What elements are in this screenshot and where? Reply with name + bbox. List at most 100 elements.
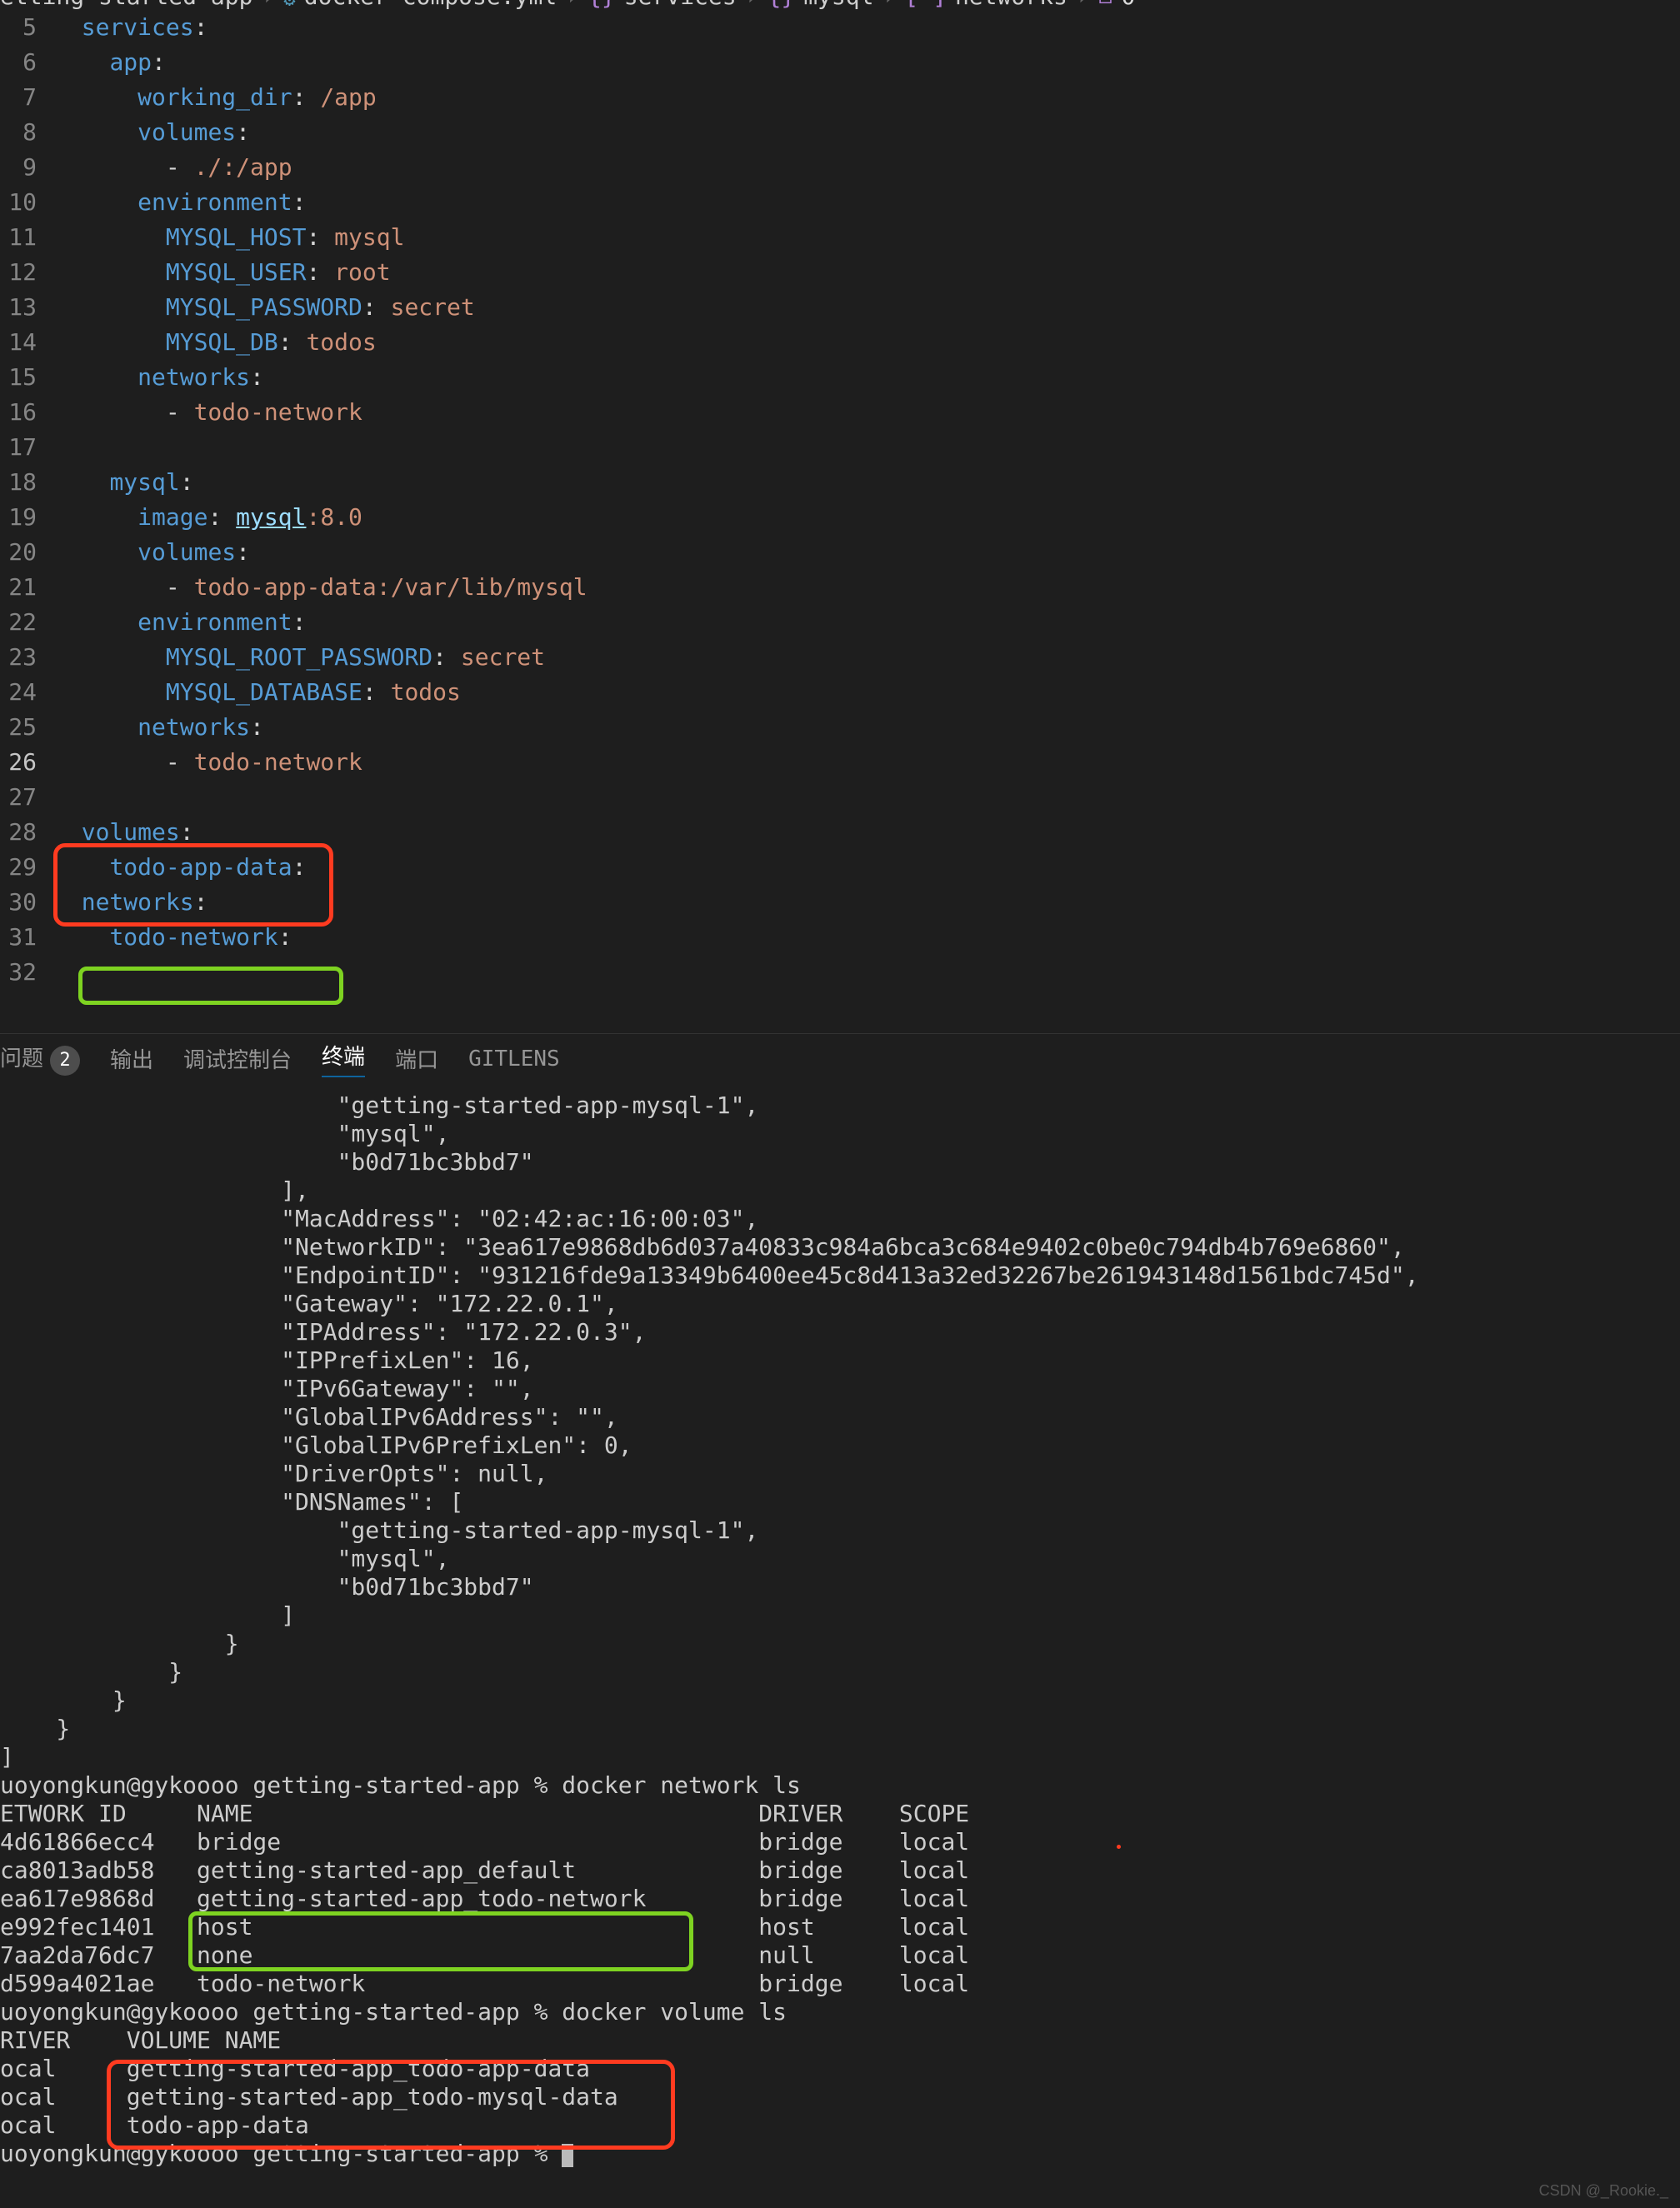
chevron-right-icon: › bbox=[565, 0, 579, 10]
terminal-line: ocal getting-started-app_todo-mysql-data bbox=[0, 2083, 1680, 2111]
terminal-line: "DNSNames": [ bbox=[0, 1488, 1680, 1516]
terminal-line: } bbox=[0, 1658, 1680, 1686]
braces-icon: {} bbox=[588, 0, 616, 10]
bc-node-networks[interactable]: networks bbox=[955, 0, 1068, 10]
code-line[interactable]: MYSQL_DATABASE: todos bbox=[53, 675, 1680, 710]
code-line[interactable]: MYSQL_ROOT_PASSWORD: secret bbox=[53, 640, 1680, 675]
panel-tab-输出[interactable]: 输出 bbox=[110, 1043, 153, 1074]
terminal-line: uoyongkun@gykoooo getting-started-app % … bbox=[0, 1998, 1680, 2026]
line-number: 15 bbox=[0, 360, 37, 395]
line-number: 24 bbox=[0, 675, 37, 710]
panel-tab-终端[interactable]: 终端 bbox=[322, 1040, 365, 1077]
line-number: 5 bbox=[0, 10, 37, 45]
chevron-right-icon: › bbox=[1076, 0, 1090, 10]
panel-tab-端口[interactable]: 端口 bbox=[395, 1043, 438, 1074]
terminal-line: } bbox=[0, 1715, 1680, 1743]
terminal-prompt[interactable]: uoyongkun@gykoooo getting-started-app % bbox=[0, 2140, 1680, 2168]
bc-node-services[interactable]: services bbox=[624, 0, 737, 10]
code-line[interactable]: volumes: bbox=[53, 815, 1680, 850]
panel-tabstrip: 问题2 输出调试控制台终端端口 GITLENS bbox=[0, 1033, 1680, 1083]
terminal-line: "EndpointID": "931216fde9a13349b6400ee45… bbox=[0, 1261, 1680, 1290]
terminal-line: "IPAddress": "172.22.0.3", bbox=[0, 1318, 1680, 1346]
terminal-line: "b0d71bc3bbd7" bbox=[0, 1148, 1680, 1176]
line-number: 19 bbox=[0, 500, 37, 535]
problems-count-badge: 2 bbox=[50, 1046, 80, 1076]
code-line[interactable]: working_dir: /app bbox=[53, 80, 1680, 115]
line-number: 26 bbox=[0, 745, 37, 780]
terminal-line: "GlobalIPv6PrefixLen": 0, bbox=[0, 1431, 1680, 1460]
terminal-line: RIVER VOLUME NAME bbox=[0, 2026, 1680, 2055]
code-line[interactable]: MYSQL_DB: todos bbox=[53, 325, 1680, 360]
code-line[interactable]: - todo-app-data:/var/lib/mysql bbox=[53, 570, 1680, 605]
terminal-line: ocal getting-started-app_todo-app-data bbox=[0, 2055, 1680, 2083]
brackets-icon: [ ] bbox=[904, 0, 947, 10]
code-line[interactable]: MYSQL_PASSWORD: secret bbox=[53, 290, 1680, 325]
line-number: 22 bbox=[0, 605, 37, 640]
line-number: 17 bbox=[0, 430, 37, 465]
code-line[interactable] bbox=[53, 430, 1680, 465]
code-line[interactable]: services: bbox=[53, 10, 1680, 45]
line-number: 21 bbox=[0, 570, 37, 605]
code-line[interactable]: - todo-network bbox=[53, 745, 1680, 780]
bc-node-0[interactable]: 0 bbox=[1121, 0, 1135, 10]
terminal-line: ] bbox=[0, 1743, 1680, 1771]
terminal-line: } bbox=[0, 1686, 1680, 1715]
code-line[interactable]: todo-app-data: bbox=[53, 850, 1680, 885]
chevron-right-icon: › bbox=[882, 0, 897, 10]
bc-project[interactable]: etting-started-app bbox=[0, 0, 252, 10]
code-editor[interactable]: 5678910111213141516171819202122232425262… bbox=[0, 10, 1680, 1033]
line-number: 25 bbox=[0, 710, 37, 745]
line-number: 9 bbox=[0, 150, 37, 185]
line-number: 30 bbox=[0, 885, 37, 920]
code-content[interactable]: services: app: working_dir: /app volumes… bbox=[47, 10, 1680, 1033]
terminal-line: ], bbox=[0, 1176, 1680, 1205]
code-line[interactable]: app: bbox=[53, 45, 1680, 80]
code-line[interactable]: networks: bbox=[53, 885, 1680, 920]
bc-file[interactable]: docker-compose.yml bbox=[304, 0, 557, 10]
line-number: 27 bbox=[0, 780, 37, 815]
code-line[interactable] bbox=[53, 955, 1680, 990]
panel-tab-调试控制台[interactable]: 调试控制台 bbox=[183, 1043, 292, 1074]
terminal-line: e992fec1401 host host local bbox=[0, 1913, 1680, 1941]
braces-icon: {} bbox=[767, 0, 795, 10]
code-line[interactable]: networks: bbox=[53, 710, 1680, 745]
code-line[interactable]: image: mysql:8.0 bbox=[53, 500, 1680, 535]
panel-tab-问题[interactable]: 问题2 bbox=[0, 1042, 80, 1076]
line-number: 11 bbox=[0, 220, 37, 255]
code-line[interactable]: MYSQL_USER: root bbox=[53, 255, 1680, 290]
line-number: 16 bbox=[0, 395, 37, 430]
terminal-line: ca8013adb58 getting-started-app_default … bbox=[0, 1856, 1680, 1885]
cursor-icon bbox=[562, 2144, 573, 2167]
line-number: 23 bbox=[0, 640, 37, 675]
line-number: 31 bbox=[0, 920, 37, 955]
line-number: 7 bbox=[0, 80, 37, 115]
line-number: 28 bbox=[0, 815, 37, 850]
panel-tab-gitlens[interactable]: GITLENS bbox=[468, 1047, 560, 1072]
code-line[interactable]: volumes: bbox=[53, 115, 1680, 150]
breadcrumb: etting-started-app › ⚙ docker-compose.ym… bbox=[0, 0, 1680, 10]
terminal-line: ] bbox=[0, 1601, 1680, 1630]
line-number: 29 bbox=[0, 850, 37, 885]
code-line[interactable]: volumes: bbox=[53, 535, 1680, 570]
bc-node-mysql[interactable]: mysql bbox=[803, 0, 873, 10]
terminal-line: "b0d71bc3bbd7" bbox=[0, 1573, 1680, 1601]
terminal-line: "IPPrefixLen": 16, bbox=[0, 1346, 1680, 1375]
terminal-output[interactable]: "getting-started-app-mysql-1", "mysql", … bbox=[0, 1083, 1680, 2208]
code-line[interactable]: environment: bbox=[53, 185, 1680, 220]
code-line[interactable]: networks: bbox=[53, 360, 1680, 395]
code-line[interactable]: environment: bbox=[53, 605, 1680, 640]
terminal-line: uoyongkun@gykoooo getting-started-app % … bbox=[0, 1771, 1680, 1800]
terminal-line: ea617e9868d getting-started-app_todo-net… bbox=[0, 1885, 1680, 1913]
code-line[interactable]: mysql: bbox=[53, 465, 1680, 500]
line-number: 8 bbox=[0, 115, 37, 150]
line-number: 6 bbox=[0, 45, 37, 80]
code-line[interactable] bbox=[53, 780, 1680, 815]
code-line[interactable]: todo-network: bbox=[53, 920, 1680, 955]
code-line[interactable]: MYSQL_HOST: mysql bbox=[53, 220, 1680, 255]
terminal-line: "GlobalIPv6Address": "", bbox=[0, 1403, 1680, 1431]
terminal-line: 4d61866ecc4 bridge bridge local bbox=[0, 1828, 1680, 1856]
code-line[interactable]: - ./:/app bbox=[53, 150, 1680, 185]
terminal-line: ETWORK ID NAME DRIVER SCOPE bbox=[0, 1800, 1680, 1828]
terminal-line: d599a4021ae todo-network bridge local bbox=[0, 1970, 1680, 1998]
code-line[interactable]: - todo-network bbox=[53, 395, 1680, 430]
